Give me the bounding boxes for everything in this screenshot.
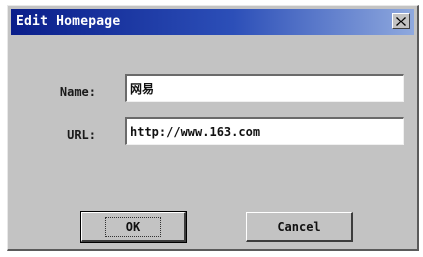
url-label: URL: — [67, 128, 96, 142]
title-bar[interactable]: Edit Homepage — [11, 9, 414, 35]
ok-button[interactable]: OK — [80, 211, 187, 243]
url-field[interactable] — [125, 117, 404, 145]
window-title: Edit Homepage — [16, 14, 121, 29]
edit-homepage-dialog: Edit Homepage Name: URL: OK Cancel — [7, 5, 419, 251]
ok-button-label: OK — [104, 216, 162, 237]
close-button[interactable] — [392, 13, 410, 29]
cancel-button[interactable]: Cancel — [246, 212, 353, 242]
close-icon — [396, 16, 406, 26]
name-field[interactable] — [125, 74, 404, 102]
name-label: Name: — [59, 85, 96, 99]
cancel-button-label: Cancel — [277, 219, 321, 234]
